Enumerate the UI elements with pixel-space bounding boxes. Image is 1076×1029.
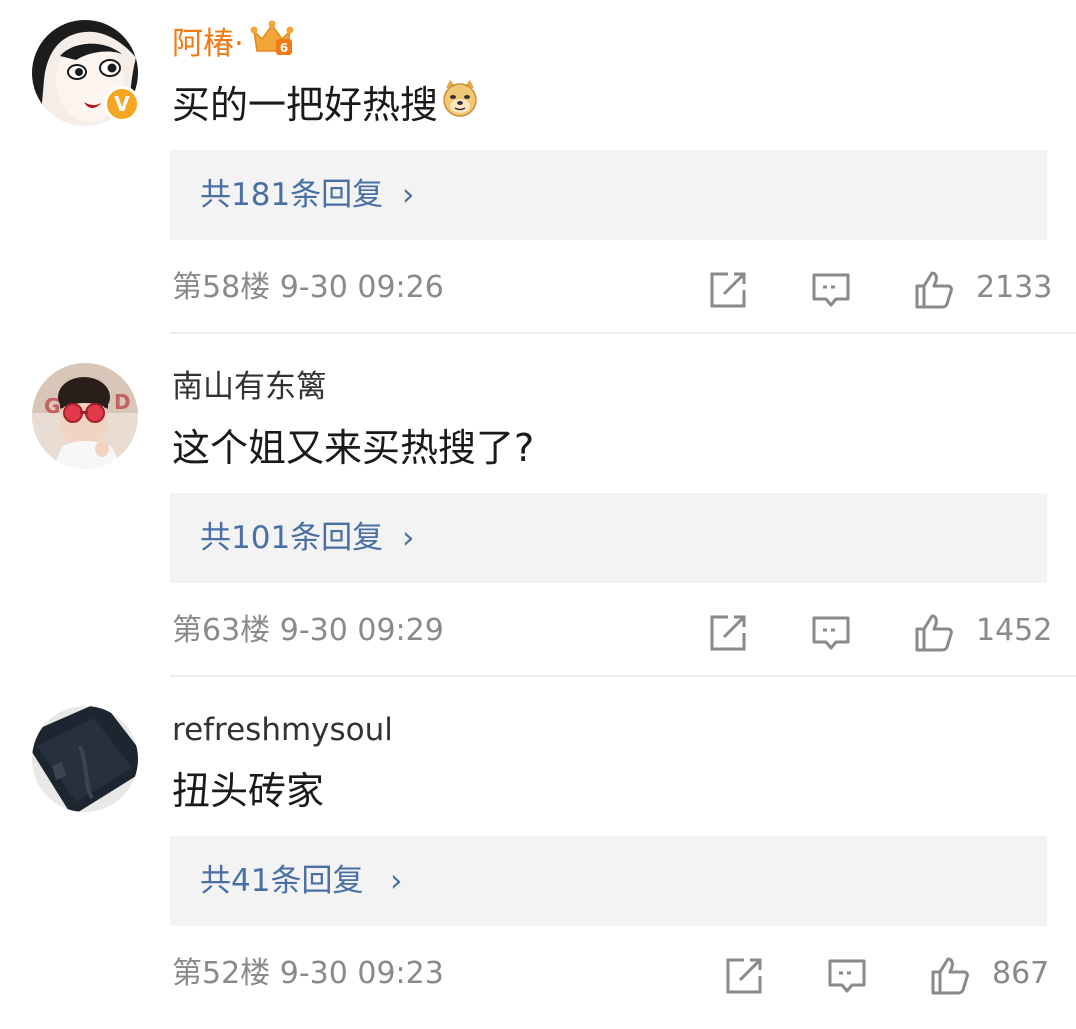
- view-replies-button[interactable]: 共41条回复 ›: [170, 836, 1047, 926]
- like-count: 2133: [976, 270, 1053, 305]
- floor-number: 第63楼: [172, 613, 271, 648]
- svg-text:G: G: [44, 394, 60, 418]
- comment-time: 9-30 09:26: [279, 270, 444, 305]
- repost-icon[interactable]: [724, 956, 764, 996]
- repost-icon[interactable]: [708, 270, 748, 310]
- replies-count-label: 共41条回复: [200, 863, 364, 899]
- like-thumb-icon[interactable]: [914, 270, 954, 310]
- comment-meta: 第63楼 9-30 09:29: [172, 610, 444, 652]
- svg-text:D: D: [114, 390, 131, 414]
- comment-text: 买的一把好热搜: [172, 78, 480, 130]
- comment-text-body: 扭头砖家: [172, 769, 325, 813]
- username-text[interactable]: 南山有东篱: [172, 369, 327, 405]
- user-avatar[interactable]: [32, 706, 138, 812]
- comment-text-body: 这个姐又来买热搜了?: [172, 426, 535, 470]
- comment-text: 扭头砖家: [172, 766, 324, 816]
- replies-count-label: 共181条回复: [200, 177, 384, 213]
- comment-item: G D 南山有东篱 这个姐又来买热搜了? 共101条回复 › 第63楼 9-30…: [0, 343, 1076, 686]
- avatar-image: [32, 706, 138, 812]
- view-replies-button[interactable]: 共181条回复 ›: [170, 150, 1047, 240]
- view-replies-button[interactable]: 共101条回复 ›: [170, 493, 1047, 583]
- floor-number: 第58楼: [172, 270, 271, 305]
- chevron-right-icon: ›: [402, 520, 415, 556]
- username-text[interactable]: 阿椿·: [172, 26, 244, 62]
- comment-meta: 第52楼 9-30 09:23: [172, 953, 444, 995]
- comment-bubble-icon[interactable]: [827, 956, 867, 996]
- user-avatar[interactable]: V: [32, 20, 140, 126]
- comment-item: V 阿椿· 6 买的一把好热搜 共181条回复 › 第58楼 9-30 09:2…: [0, 0, 1076, 343]
- comment-item: refreshmysoul 扭头砖家 共41条回复 › 第52楼 9-30 09…: [0, 686, 1076, 1029]
- floor-number: 第52楼: [172, 956, 271, 991]
- comment-bubble-icon[interactable]: [811, 270, 851, 310]
- comment-bubble-icon[interactable]: [811, 613, 851, 653]
- comment-time: 9-30 09:23: [279, 956, 444, 991]
- chevron-right-icon: ›: [390, 863, 403, 899]
- username-text[interactable]: refreshmysoul: [172, 712, 393, 748]
- comment-text: 这个姐又来买热搜了?: [172, 423, 534, 473]
- username[interactable]: 南山有东篱: [172, 367, 327, 407]
- avatar-image: G D: [32, 363, 138, 469]
- svg-text:6: 6: [280, 41, 288, 55]
- crown-vip-icon: 6: [250, 19, 294, 67]
- chevron-right-icon: ›: [402, 177, 415, 213]
- comment-meta: 第58楼 9-30 09:26: [172, 267, 444, 309]
- like-thumb-icon[interactable]: [914, 613, 954, 653]
- like-thumb-icon[interactable]: [930, 956, 970, 996]
- comment-text-body: 买的一把好热搜: [172, 83, 439, 127]
- replies-count-label: 共101条回复: [200, 520, 384, 556]
- comment-time: 9-30 09:29: [279, 613, 444, 648]
- user-avatar[interactable]: G D: [32, 363, 138, 469]
- repost-icon[interactable]: [708, 613, 748, 653]
- username[interactable]: refreshmysoul: [172, 710, 393, 750]
- verified-badge-icon: V: [104, 86, 140, 122]
- username[interactable]: 阿椿· 6: [172, 20, 294, 67]
- doge-emoji-icon: [440, 78, 480, 130]
- like-count: 867: [992, 956, 1050, 991]
- divider: [170, 332, 1076, 334]
- like-count: 1452: [976, 613, 1053, 648]
- divider: [170, 675, 1076, 677]
